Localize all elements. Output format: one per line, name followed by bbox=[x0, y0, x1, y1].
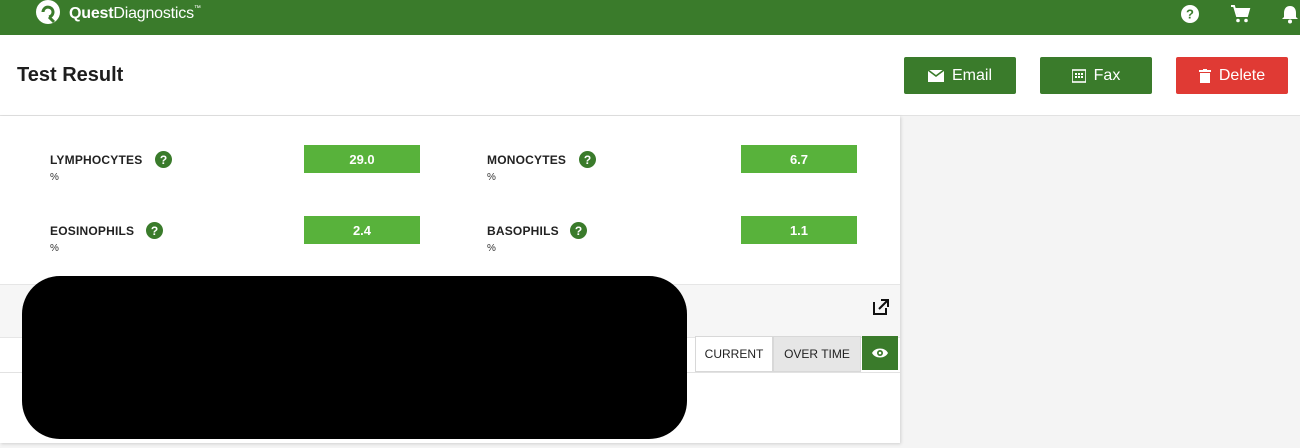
result-value: 1.1 bbox=[741, 216, 857, 244]
help-circle-icon[interactable]: ? bbox=[1179, 3, 1201, 25]
eye-icon bbox=[872, 348, 888, 358]
toggle-visibility-button[interactable] bbox=[862, 336, 898, 370]
open-external-icon[interactable] bbox=[872, 298, 890, 316]
result-name: MONOCYTES bbox=[487, 153, 567, 167]
fax-button[interactable]: Fax bbox=[1040, 57, 1152, 94]
tab-current[interactable]: CURRENT bbox=[695, 336, 773, 372]
help-icon[interactable]: ? bbox=[155, 151, 172, 168]
bell-icon[interactable] bbox=[1279, 3, 1300, 25]
fax-icon bbox=[1071, 68, 1086, 83]
page-header: Test Result Email Fax Delete bbox=[0, 35, 1300, 116]
result-unit: % bbox=[50, 172, 59, 183]
mail-icon bbox=[927, 69, 944, 82]
fax-button-label: Fax bbox=[1093, 66, 1121, 84]
result-name: BASOPHILS bbox=[487, 224, 559, 238]
help-icon[interactable]: ? bbox=[579, 151, 596, 168]
result-value: 2.4 bbox=[304, 216, 420, 244]
result-unit: % bbox=[487, 243, 496, 254]
result-value: 6.7 bbox=[741, 145, 857, 173]
result-unit: % bbox=[487, 172, 496, 183]
svg-text:?: ? bbox=[1186, 7, 1194, 22]
result-name: LYMPHOCYTES bbox=[50, 153, 143, 167]
top-navigation-bar: QuestDiagnostics™ ? bbox=[0, 0, 1300, 35]
email-button-label: Email bbox=[951, 66, 992, 84]
result-unit: % bbox=[50, 243, 59, 254]
quest-logo-icon bbox=[36, 0, 60, 24]
redaction-block bbox=[22, 276, 687, 439]
email-button[interactable]: Email bbox=[904, 57, 1016, 94]
page-title: Test Result bbox=[17, 64, 124, 86]
quest-logo[interactable]: QuestDiagnostics™ bbox=[33, 0, 201, 28]
cart-icon[interactable] bbox=[1229, 3, 1251, 25]
tab-over-time[interactable]: OVER TIME bbox=[773, 336, 861, 372]
result-basophils: BASOPHILS ? % 1.1 bbox=[487, 216, 907, 264]
delete-button-label: Delete bbox=[1218, 66, 1266, 84]
trash-icon bbox=[1198, 68, 1211, 83]
result-monocytes: MONOCYTES ? % 6.7 bbox=[487, 145, 907, 193]
result-value: 29.0 bbox=[304, 145, 420, 173]
logo-text: QuestDiagnostics™ bbox=[69, 5, 201, 22]
help-icon[interactable]: ? bbox=[570, 222, 587, 239]
help-icon[interactable]: ? bbox=[146, 222, 163, 239]
delete-button[interactable]: Delete bbox=[1176, 57, 1288, 94]
result-name: EOSINOPHILS bbox=[50, 224, 135, 238]
result-lymphocytes: LYMPHOCYTES ? % 29.0 bbox=[50, 145, 470, 193]
result-eosinophils: EOSINOPHILS ? % 2.4 bbox=[50, 216, 470, 264]
